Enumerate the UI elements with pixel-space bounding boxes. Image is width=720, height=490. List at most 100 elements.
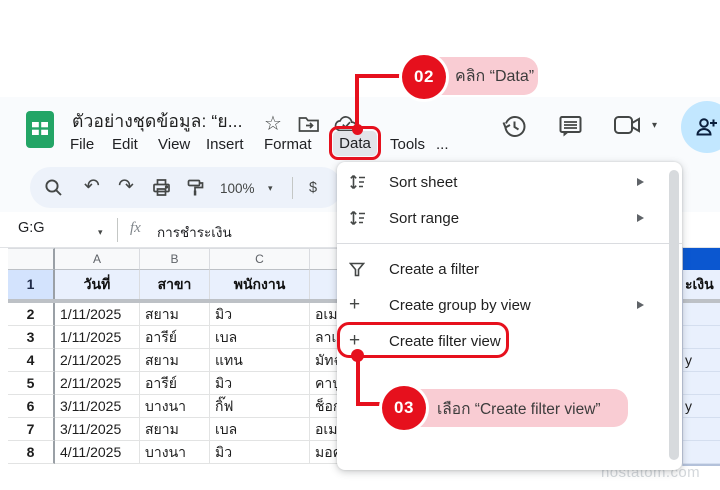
cell-menu-item[interactable]: มัทฉ	[310, 349, 339, 372]
cell-payment[interactable]	[683, 303, 720, 326]
cell-branch[interactable]: บางนา	[140, 441, 210, 464]
column-header-a[interactable]: A	[55, 248, 140, 270]
document-title[interactable]: ตัวอย่างชุดข้อมูล: “ย...	[72, 107, 243, 135]
menubar-tools[interactable]: Tools	[390, 136, 425, 153]
toolbar	[30, 167, 342, 208]
column-header-row: A B C	[8, 248, 339, 270]
selected-column-header[interactable]	[683, 248, 720, 270]
menubar-view[interactable]: View	[158, 136, 190, 153]
currency-format-button[interactable]: $	[309, 180, 317, 196]
plus-icon: +	[349, 297, 371, 313]
column-header-c[interactable]: C	[210, 248, 310, 270]
menubar-insert[interactable]: Insert	[206, 136, 244, 153]
menubar-file[interactable]: File	[70, 136, 94, 153]
cell-date[interactable]: 1/11/2025	[55, 326, 140, 349]
submenu-arrow-icon	[637, 178, 644, 186]
cell-payment[interactable]: y	[683, 349, 720, 372]
annotation-step2-badge: 02	[402, 55, 446, 99]
header-cell-employee[interactable]: พนักงาน	[210, 270, 310, 299]
header-cell-date[interactable]: วันที่	[55, 270, 140, 299]
cell-employee[interactable]: มิว	[210, 303, 310, 326]
header-cell-branch[interactable]: สาขา	[140, 270, 210, 299]
cell-branch[interactable]: สยาม	[140, 303, 210, 326]
menu-item-sort-range[interactable]: Sort range	[337, 200, 682, 236]
menu-item-create-group-by-view[interactable]: + Create group by view	[337, 287, 682, 323]
row-number[interactable]: 3	[8, 326, 55, 349]
zoom-level[interactable]: 100%	[220, 181, 255, 196]
table-row: 7 3/11/2025 สยาม เบล อเมริ	[8, 418, 339, 441]
cell-date[interactable]: 2/11/2025	[55, 372, 140, 395]
sheet-rows: 2 1/11/2025 สยาม มิว อเมริ 3 1/11/2025 อ…	[8, 303, 339, 464]
cell-payment[interactable]	[683, 418, 720, 441]
cell-payment[interactable]	[683, 441, 720, 464]
corner-cell[interactable]	[8, 248, 55, 270]
google-sheets-logo[interactable]	[24, 110, 56, 150]
cell-branch[interactable]: สยาม	[140, 418, 210, 441]
cell-employee[interactable]: มิว	[210, 441, 310, 464]
sort-icon	[349, 174, 371, 190]
cell-menu-item[interactable]: คาปู	[310, 372, 339, 395]
table-row: 3 1/11/2025 อารีย์ เบล ลาเต้	[8, 326, 339, 349]
cell-employee[interactable]: เบล	[210, 418, 310, 441]
name-box[interactable]: G:G	[18, 220, 45, 236]
row-number[interactable]: 2	[8, 303, 55, 326]
redo-icon[interactable]: ↷	[118, 176, 134, 198]
table-row: 8 4/11/2025 บางนา มิว มอค	[8, 441, 339, 464]
star-icon[interactable]: ☆	[264, 111, 282, 136]
move-folder-icon[interactable]	[298, 115, 320, 133]
cell-menu-item[interactable]: มอค	[310, 441, 339, 464]
table-row: 6 3/11/2025 บางนา กิ๊ฟ ช็อกโ	[8, 395, 339, 418]
cell-payment[interactable]	[683, 326, 720, 349]
cell-employee[interactable]: เบล	[210, 326, 310, 349]
video-call-icon[interactable]	[613, 113, 647, 137]
cell-date[interactable]: 3/11/2025	[55, 395, 140, 418]
version-history-icon[interactable]	[501, 113, 528, 140]
row-number[interactable]: 6	[8, 395, 55, 418]
name-box-caret-icon[interactable]: ▾	[98, 227, 103, 238]
cell-date[interactable]: 4/11/2025	[55, 441, 140, 464]
column-header-b[interactable]: B	[140, 248, 210, 270]
menubar-format[interactable]: Format	[264, 136, 312, 153]
cell-date[interactable]: 3/11/2025	[55, 418, 140, 441]
header-cell-d[interactable]	[310, 270, 339, 299]
menu-scrollbar[interactable]	[669, 170, 679, 460]
paint-format-icon[interactable]	[187, 179, 204, 197]
filter-funnel-icon	[349, 262, 371, 277]
cell-employee[interactable]: มิว	[210, 372, 310, 395]
video-call-dropdown-caret[interactable]: ▾	[652, 120, 657, 131]
cell-menu-item[interactable]: ช็อกโ	[310, 395, 339, 418]
row-number[interactable]: 7	[8, 418, 55, 441]
column-header-d[interactable]	[310, 248, 339, 270]
zoom-caret-icon[interactable]: ▾	[268, 183, 273, 194]
formula-bar-value[interactable]: การชำระเงิน	[157, 221, 232, 243]
row-number[interactable]: 5	[8, 372, 55, 395]
comments-icon[interactable]	[557, 113, 584, 140]
undo-icon[interactable]: ↶	[84, 176, 100, 198]
header-cell-payment[interactable]: ะเงิน	[683, 270, 720, 299]
menu-item-sort-sheet[interactable]: Sort sheet	[337, 164, 682, 200]
menubar-edit[interactable]: Edit	[112, 136, 138, 153]
cell-menu-item[interactable]: อเมริ	[310, 418, 339, 441]
cell-menu-item[interactable]: ลาเต้	[310, 326, 339, 349]
row-number[interactable]: 8	[8, 441, 55, 464]
cell-employee[interactable]: กิ๊ฟ	[210, 395, 310, 418]
menu-item-create-a-filter[interactable]: Create a filter	[337, 251, 682, 287]
cell-menu-item[interactable]: อเมริ	[310, 303, 339, 326]
search-icon[interactable]	[44, 178, 63, 197]
cell-branch[interactable]: อารีย์	[140, 326, 210, 349]
menu-divider	[337, 243, 682, 244]
cell-payment[interactable]	[683, 372, 720, 395]
cell-date[interactable]: 2/11/2025	[55, 349, 140, 372]
row-number[interactable]: 4	[8, 349, 55, 372]
cell-branch[interactable]: อารีย์	[140, 372, 210, 395]
cell-payment[interactable]: y	[683, 395, 720, 418]
cell-date[interactable]: 1/11/2025	[55, 303, 140, 326]
row-number[interactable]: 1	[8, 270, 55, 299]
spreadsheet-grid: A B C 1 วันที่ สาขา พนักงาน 2 1/11/2025 …	[8, 248, 339, 464]
print-icon[interactable]	[152, 178, 171, 197]
cell-branch[interactable]: บางนา	[140, 395, 210, 418]
menubar-overflow[interactable]: ...	[436, 136, 449, 153]
cell-branch[interactable]: สยาม	[140, 349, 210, 372]
annotation-connector	[356, 356, 360, 406]
cell-employee[interactable]: แทน	[210, 349, 310, 372]
